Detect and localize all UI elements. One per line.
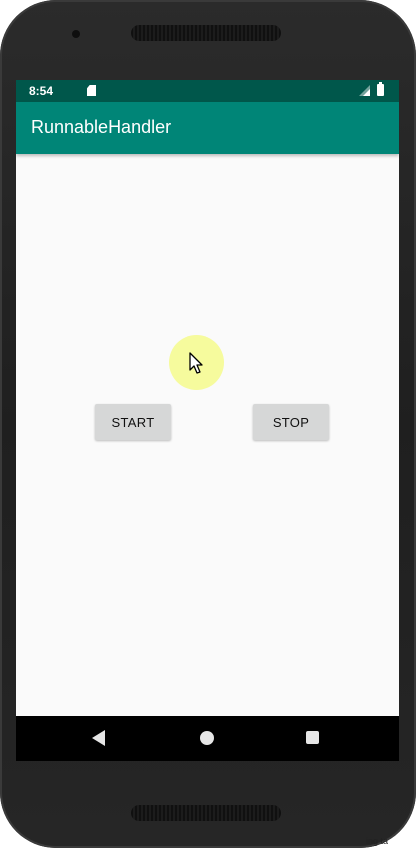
mouse-cursor-icon: [189, 352, 203, 374]
status-bar: 8:54: [16, 80, 399, 102]
signal-icon: [359, 85, 370, 96]
bottom-speaker-grille: [131, 805, 281, 821]
front-camera: [72, 30, 80, 38]
home-icon[interactable]: [200, 731, 214, 745]
app-bar: RunnableHandler: [16, 102, 399, 154]
status-time: 8:54: [29, 84, 54, 98]
top-speaker-grille: [131, 25, 281, 41]
corner-overlay-text: ing ta: [366, 836, 389, 846]
device-screen: 8:54 RunnableHandler START STOP: [16, 80, 399, 761]
navigation-bar: [16, 716, 399, 761]
back-icon[interactable]: [92, 730, 106, 746]
start-button[interactable]: START: [95, 404, 171, 440]
device-frame: 8:54 RunnableHandler START STOP: [0, 0, 416, 848]
battery-icon: [377, 82, 384, 96]
sd-card-icon: [87, 85, 96, 96]
main-content: START STOP: [16, 154, 399, 716]
recents-icon[interactable]: [306, 731, 319, 744]
stop-button[interactable]: STOP: [253, 404, 329, 440]
app-title: RunnableHandler: [31, 117, 172, 137]
